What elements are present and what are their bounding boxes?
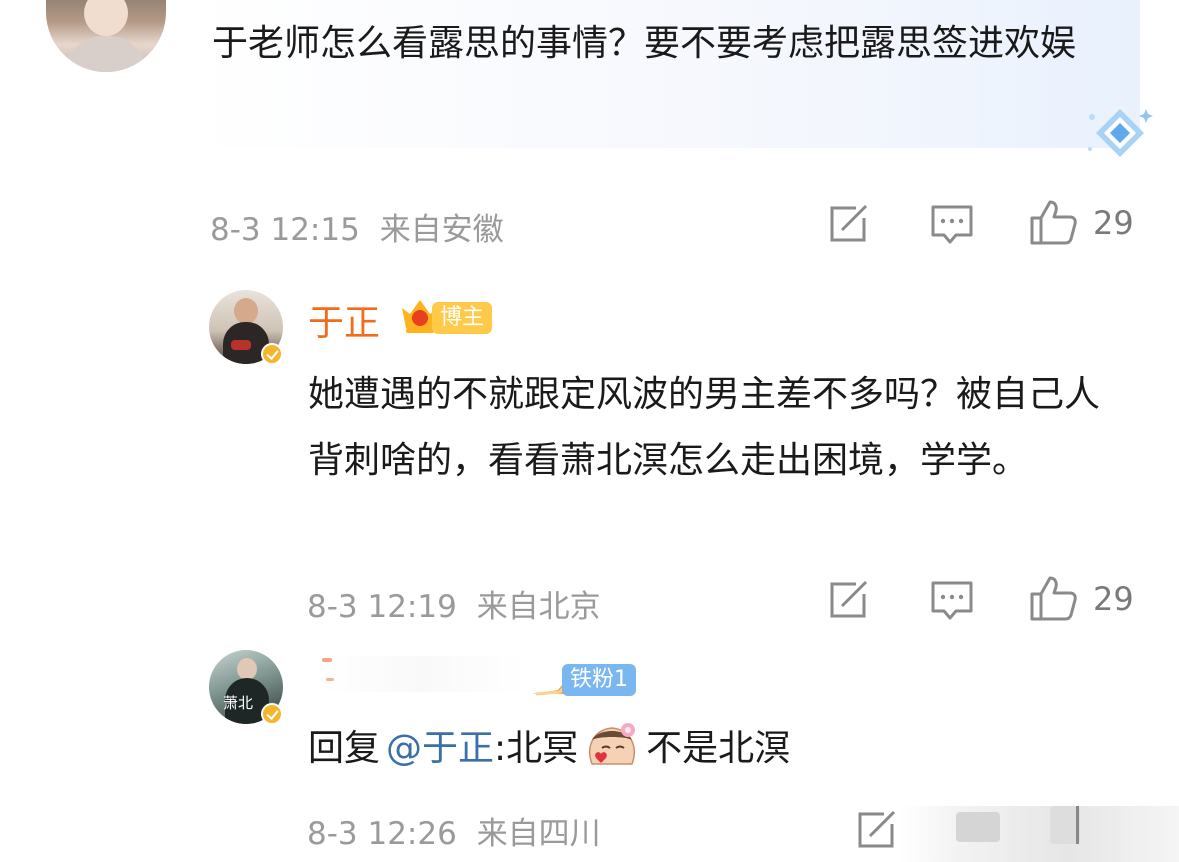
username-redacted <box>318 656 528 692</box>
comment-time: 8-3 12:19 <box>307 589 457 625</box>
comment-text: 她遭遇的不就跟定风波的男主差不多吗？被自己人背刺啥的，看看萧北溟怎么走出困境，学… <box>308 374 1101 481</box>
like-count: 29 <box>1093 580 1134 618</box>
blogger-badge: 博主 <box>432 302 492 334</box>
like-count: 29 <box>1093 204 1134 242</box>
comment-icon[interactable] <box>930 204 974 246</box>
comment-meta: 8-3 12:26 来自四川 <box>307 808 601 853</box>
edit-icon[interactable] <box>828 580 872 620</box>
diamond-badge-icon <box>1088 109 1153 157</box>
comment-icon[interactable] <box>930 580 974 622</box>
comment-meta: 8-3 12:15 来自安徽 <box>210 204 504 249</box>
fan-badge: 铁粉1 <box>562 664 636 696</box>
comment-time: 8-3 12:26 <box>307 816 457 852</box>
avatar[interactable] <box>46 0 166 72</box>
verified-badge-icon <box>261 703 283 725</box>
reply-text-a: :北冥 <box>494 728 579 769</box>
mention-link[interactable]: @于正 <box>386 728 494 769</box>
verified-badge-icon <box>261 343 283 365</box>
username[interactable]: 于正 <box>308 294 380 346</box>
comment-location: 来自安徽 <box>379 212 504 248</box>
edit-icon[interactable] <box>856 810 900 850</box>
bottom-overlay <box>900 806 1179 862</box>
reply-text: 回复 @于正:北冥 不是北溟 <box>308 720 1128 777</box>
comment-meta: 8-3 12:19 来自北京 <box>307 581 601 626</box>
comment-time: 8-3 12:15 <box>210 212 360 248</box>
comment-text: 于老师怎么看露思的事情？要不要考虑把露思签进欢娱 <box>212 23 1077 64</box>
like-icon[interactable] <box>1028 198 1078 246</box>
reply-prefix: 回复 <box>308 728 381 769</box>
like-icon[interactable] <box>1028 574 1078 622</box>
avatar-text: 萧北 <box>223 694 254 712</box>
comment-location: 来自北京 <box>476 589 601 625</box>
reply-text-b: 不是北溟 <box>646 728 791 769</box>
comment-location: 来自四川 <box>476 816 601 852</box>
emoji-icon <box>589 723 636 765</box>
edit-icon[interactable] <box>828 204 872 244</box>
